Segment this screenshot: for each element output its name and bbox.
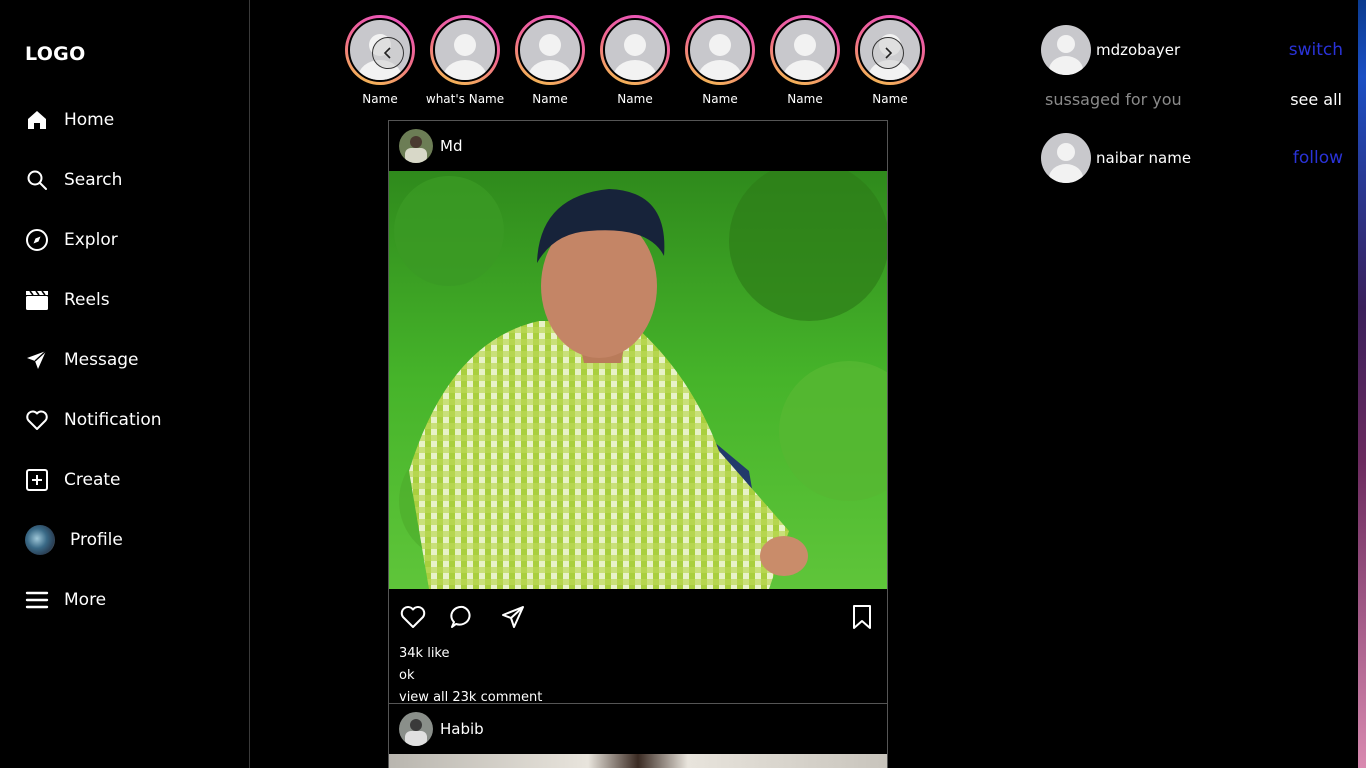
story-item[interactable]: Name (765, 15, 845, 106)
like-heart-icon[interactable] (399, 603, 427, 631)
suggestions-header: sussaged for you see all (1045, 90, 1342, 109)
story-name: what's Name (425, 92, 505, 106)
stories-next-button[interactable] (872, 37, 904, 69)
plus-square-icon (25, 468, 49, 492)
heart-icon (25, 408, 49, 432)
comment-icon[interactable] (449, 603, 477, 631)
sidebar-item-label: Profile (70, 530, 123, 550)
scrollbar[interactable] (1358, 0, 1366, 768)
bookmark-icon[interactable] (848, 603, 876, 631)
post-photo[interactable] (389, 754, 887, 768)
logo[interactable]: LOGO (25, 43, 86, 65)
sidebar-item-message[interactable]: Message (25, 344, 139, 376)
sidebar-item-label: Explor (64, 230, 118, 250)
hamburger-icon (25, 588, 49, 612)
feed-post: Md 34k like ok view all 23k comment (388, 120, 888, 710)
post-avatar[interactable] (399, 129, 433, 163)
story-name: Name (872, 92, 908, 106)
story-name: Name (362, 92, 398, 106)
sidebar-item-label: Reels (64, 290, 110, 310)
story-item[interactable]: Name (510, 15, 590, 106)
post-caption: ok (399, 668, 415, 683)
post-header: Md (389, 121, 887, 171)
story-name: Name (617, 92, 653, 106)
post-username[interactable]: Habib (440, 720, 484, 738)
sidebar-item-reels[interactable]: Reels (25, 284, 110, 316)
compass-icon (25, 228, 49, 252)
suggestion-item: naibar name follow (1041, 133, 1343, 183)
story-item[interactable]: Name (595, 15, 675, 106)
stories-prev-button[interactable] (372, 37, 404, 69)
sidebar-item-label: Create (64, 470, 121, 490)
sidebar-item-create[interactable]: Create (25, 464, 121, 496)
post-username[interactable]: Md (440, 137, 462, 155)
current-account: mdzobayer switch (1041, 25, 1343, 75)
sidebar-item-label: Notification (64, 410, 162, 430)
sidebar-item-profile[interactable]: Profile (25, 524, 123, 556)
story-name: Name (532, 92, 568, 106)
clapperboard-icon (25, 288, 49, 312)
post-avatar[interactable] (399, 712, 433, 746)
sidebar-item-explor[interactable]: Explor (25, 224, 118, 256)
sidebar-item-search[interactable]: Search (25, 164, 122, 196)
sidebar-item-label: Message (64, 350, 139, 370)
stories-bar: Name what's Name Name Name Name Name Nam… (344, 15, 926, 110)
suggested-label: sussaged for you (1045, 90, 1182, 109)
post-actions (389, 589, 887, 643)
sidebar-item-more[interactable]: More (25, 584, 106, 616)
switch-link[interactable]: switch (1289, 40, 1343, 60)
sidebar-item-label: Home (64, 110, 115, 130)
feed-post: Habib (388, 703, 888, 768)
avatar[interactable] (1041, 25, 1091, 75)
post-header: Habib (389, 704, 887, 754)
follow-button[interactable]: follow (1293, 148, 1343, 168)
see-all-link[interactable]: see all (1290, 90, 1342, 109)
story-name: Name (702, 92, 738, 106)
chevron-left-icon (383, 47, 391, 59)
post-meta: 34k like ok view all 23k comment (389, 643, 887, 709)
sidebar-item-label: Search (64, 170, 123, 190)
story-name: Name (787, 92, 823, 106)
sidebar-item-home[interactable]: Home (25, 104, 114, 136)
send-icon (25, 348, 49, 372)
chevron-right-icon (885, 47, 893, 59)
share-icon[interactable] (499, 603, 527, 631)
story-item[interactable]: what's Name (425, 15, 505, 106)
post-photo[interactable] (389, 171, 887, 589)
home-icon (25, 108, 49, 132)
story-item[interactable]: Name (680, 15, 760, 106)
sidebar: LOGO Home Search Explor Reels Message No… (0, 0, 250, 768)
search-icon (25, 168, 49, 192)
account-username[interactable]: mdzobayer (1096, 41, 1180, 59)
avatar[interactable] (1041, 133, 1091, 183)
sidebar-item-label: More (64, 590, 107, 610)
avatar (25, 525, 55, 555)
sidebar-item-notification[interactable]: Notification (25, 404, 162, 436)
like-count: 34k like (399, 646, 450, 661)
suggestion-username[interactable]: naibar name (1096, 149, 1191, 167)
